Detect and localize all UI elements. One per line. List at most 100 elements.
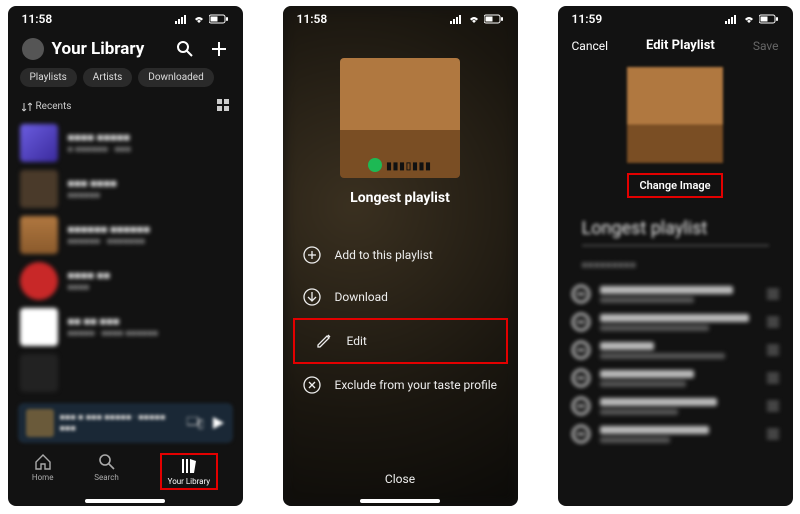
status-indicators [175, 14, 229, 24]
list-item[interactable]: ■■■ ■■■■■■■■■■ [20, 166, 231, 212]
status-indicators [725, 14, 779, 24]
spotify-logo-icon [368, 158, 382, 172]
chip-artists[interactable]: Artists [83, 68, 132, 87]
chip-downloaded[interactable]: Downloaded [138, 68, 213, 87]
home-icon [34, 453, 52, 471]
menu-label: Download [335, 290, 388, 304]
wifi-icon [742, 14, 756, 24]
context-menu: Add to this playlist Download Edit Exclu… [283, 234, 518, 406]
nav-library[interactable]: Your Library [160, 453, 218, 490]
edit-header: Cancel Edit Playlist Save [558, 28, 793, 63]
track-row[interactable] [572, 285, 779, 303]
library-icon [180, 457, 198, 475]
nav-library-label: Your Library [168, 477, 210, 486]
signal-icon [175, 14, 189, 24]
plus-circle-icon [303, 246, 321, 264]
devices-icon[interactable] [187, 417, 203, 429]
drag-handle-icon[interactable] [767, 289, 779, 299]
menu-add-to-playlist[interactable]: Add to this playlist [283, 234, 518, 276]
home-indicator [360, 499, 440, 503]
screen-edit-playlist: 11:59 Cancel Edit Playlist Save Change I… [558, 6, 793, 506]
nav-search-label: Search [94, 473, 119, 482]
library-header: Your Library [8, 28, 243, 68]
track-row[interactable] [572, 397, 779, 415]
search-nav-icon [98, 453, 116, 471]
add-icon[interactable] [209, 39, 229, 59]
status-bar: 11:58 [283, 6, 518, 28]
status-time: 11:58 [297, 12, 328, 26]
play-icon[interactable] [211, 416, 225, 430]
battery-icon [484, 14, 504, 24]
pencil-icon [315, 332, 333, 350]
search-icon[interactable] [175, 39, 195, 59]
download-icon [303, 288, 321, 306]
track-row[interactable] [572, 313, 779, 331]
drag-handle-icon[interactable] [767, 373, 779, 383]
chip-playlists[interactable]: Playlists [20, 68, 77, 87]
menu-edit[interactable]: Edit [293, 318, 508, 364]
remove-track-button[interactable] [572, 285, 590, 303]
playlist-title: Longest playlist [350, 190, 450, 206]
avatar[interactable] [22, 38, 44, 60]
menu-label: Exclude from your taste profile [335, 378, 498, 392]
nav-home[interactable]: Home [32, 453, 54, 490]
status-bar: 11:59 [558, 6, 793, 28]
battery-icon [209, 14, 229, 24]
list-item[interactable]: ■■ ■■ ■■■■■■■■ · ■■■■ ■■■■■■ [20, 304, 231, 350]
nav-search[interactable]: Search [94, 453, 119, 490]
cancel-button[interactable]: Cancel [572, 39, 609, 53]
status-time: 11:59 [572, 12, 603, 26]
list-item[interactable]: ■■■■■■ ■■■■■■■■■■■■ · ■■■■■■■ [20, 212, 231, 258]
playlist-name-input[interactable]: Longest playlist [582, 218, 769, 246]
now-playing-text: ■■■ ■ ■■■ ■■■■■ · ■■■■■ ■■■ [60, 412, 181, 434]
close-button[interactable]: Close [283, 460, 518, 498]
remove-track-button[interactable] [572, 313, 590, 331]
playlist-cover: ▮▮▮▯▮▮▮ [340, 58, 460, 178]
page-title: Your Library [52, 39, 167, 59]
home-indicator [85, 499, 165, 503]
nav-home-label: Home [32, 473, 54, 482]
track-list[interactable] [558, 285, 793, 443]
change-image-button[interactable]: Change Image [627, 173, 722, 198]
now-playing-cover [26, 409, 54, 437]
menu-label: Edit [347, 334, 367, 348]
menu-label: Add to this playlist [335, 248, 433, 262]
sort-label: Recents [36, 101, 72, 112]
drag-handle-icon[interactable] [767, 317, 779, 327]
screen-library: 11:58 Your Library Playlists Artists Dow… [8, 6, 243, 506]
track-row[interactable] [572, 369, 779, 387]
track-row[interactable] [572, 341, 779, 359]
filter-chips: Playlists Artists Downloaded [8, 68, 243, 95]
menu-exclude[interactable]: Exclude from your taste profile [283, 364, 518, 406]
playlist-cover[interactable] [627, 67, 723, 163]
menu-download[interactable]: Download [283, 276, 518, 318]
status-time: 11:58 [22, 12, 53, 26]
remove-track-button[interactable] [572, 425, 590, 443]
list-item[interactable]: ■■■■ ■■■■■■ [20, 258, 231, 304]
track-row[interactable] [572, 425, 779, 443]
library-list[interactable]: ■■■■ ■■■■■■ ■■■■■■ · ■■■ ■■■ ■■■■■■■■■■ … [8, 120, 243, 397]
save-button[interactable]: Save [753, 39, 779, 53]
list-item[interactable] [20, 350, 231, 396]
sort-button[interactable]: Recents [22, 101, 72, 112]
now-playing-controls [187, 416, 225, 430]
signal-icon [725, 14, 739, 24]
list-item[interactable]: ■■■■ ■■■■■■ ■■■■■■ · ■■■ [20, 120, 231, 166]
status-indicators [450, 14, 504, 24]
signal-icon [450, 14, 464, 24]
remove-track-button[interactable] [572, 341, 590, 359]
playlist-header: ▮▮▮▯▮▮▮ Longest playlist [283, 28, 518, 206]
now-playing-bar[interactable]: ■■■ ■ ■■■ ■■■■■ · ■■■■■ ■■■ [18, 403, 233, 443]
sort-row: Recents [8, 95, 243, 120]
wifi-icon [467, 14, 481, 24]
drag-handle-icon[interactable] [767, 345, 779, 355]
drag-handle-icon[interactable] [767, 429, 779, 439]
grid-toggle-icon[interactable] [217, 99, 229, 114]
remove-track-button[interactable] [572, 369, 590, 387]
wifi-icon [192, 14, 206, 24]
playlist-description-input[interactable]: ■■■■■■■■■ [582, 260, 769, 271]
drag-handle-icon[interactable] [767, 401, 779, 411]
cover-code: ▮▮▮▯▮▮▮ [386, 161, 432, 172]
screen-playlist-menu: 11:58 ▮▮▮▯▮▮▮ Longest playlist Add to th… [283, 6, 518, 506]
remove-track-button[interactable] [572, 397, 590, 415]
